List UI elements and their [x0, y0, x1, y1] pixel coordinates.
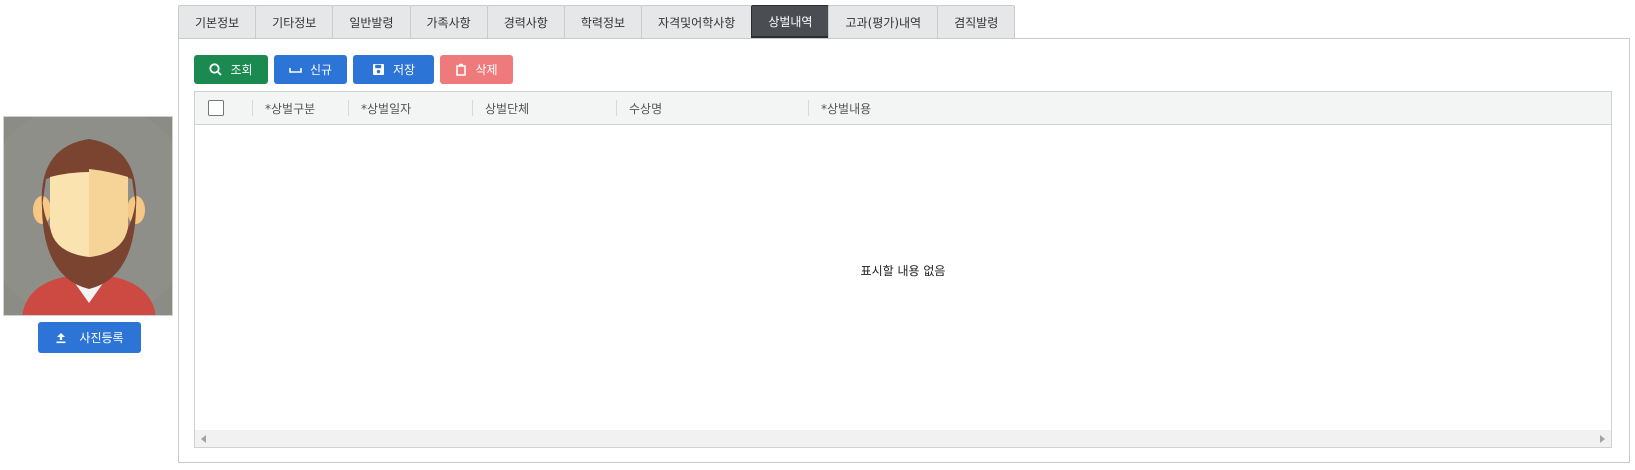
tab-label: 기타정보: [272, 15, 317, 30]
upload-icon: [56, 332, 66, 343]
select-all-checkbox[interactable]: [208, 100, 224, 116]
select-all-cell: [208, 92, 224, 124]
tab-label: 고과(평가)내역: [845, 15, 922, 30]
new-button-label: 신규: [309, 63, 333, 77]
photo-upload-button[interactable]: 사진등록: [38, 322, 141, 353]
tab-label: 경력사항: [503, 15, 548, 30]
column-separator: [348, 100, 349, 116]
tab-career[interactable]: 경력사항: [486, 5, 565, 38]
search-button-label: 조회: [230, 63, 253, 77]
tab-evaluation[interactable]: 고과(평가)내역: [828, 5, 939, 38]
delete-button-label: 삭제: [475, 63, 498, 77]
default-avatar-icon: [4, 117, 172, 315]
tab-rewards-penalties[interactable]: 상벌내역: [751, 5, 830, 38]
grid-header: *상벌구분 *상벌일자 상벌단체 수상명 *상벌내용: [195, 92, 1611, 125]
column-separator: [252, 100, 253, 116]
column-header[interactable]: *상벌구분: [265, 92, 315, 124]
tab-label: 상벌내역: [768, 14, 813, 29]
tab-certifications[interactable]: 자격및어학사항: [641, 5, 753, 38]
search-button[interactable]: 조회: [194, 55, 268, 84]
profile-photo: [3, 116, 173, 316]
horizontal-scrollbar[interactable]: [195, 430, 1611, 447]
search-icon: [209, 63, 223, 76]
photo-upload-label: 사진등록: [79, 331, 124, 345]
tab-other-info[interactable]: 기타정보: [255, 5, 334, 38]
trash-icon: [456, 63, 467, 76]
tab-general-appointment[interactable]: 일반발령: [332, 5, 411, 38]
column-header[interactable]: 상벌단체: [485, 92, 529, 124]
rewards-grid: *상벌구분 *상벌일자 상벌단체 수상명 *상벌내용 표시할 내용 없음: [194, 91, 1612, 448]
toolbar: 조회 신규 저장 삭제: [194, 55, 513, 84]
column-separator: [616, 100, 617, 116]
floppy-disk-icon: [372, 64, 384, 75]
tab-label: 학력정보: [580, 15, 626, 30]
tab-label: 가족사항: [426, 15, 471, 30]
tab-basic-info[interactable]: 기본정보: [178, 5, 257, 38]
tab-family[interactable]: 가족사항: [409, 5, 488, 38]
save-button-label: 저장: [392, 63, 416, 77]
empty-message: 표시할 내용 없음: [860, 263, 946, 278]
tab-label: 자격및어학사항: [658, 15, 736, 30]
column-header[interactable]: *상벌일자: [361, 92, 411, 124]
profile-panel: 사진등록: [3, 116, 173, 353]
tab-concurrent-post[interactable]: 겸직발령: [937, 5, 1016, 38]
scroll-left-icon[interactable]: [201, 434, 206, 443]
tab-label: 겸직발령: [954, 15, 999, 30]
tab-education[interactable]: 학력정보: [563, 5, 643, 38]
column-separator: [808, 100, 809, 116]
new-icon: [289, 67, 302, 73]
scroll-right-icon[interactable]: [1600, 434, 1605, 443]
tab-label: 기본정보: [195, 15, 240, 30]
column-header[interactable]: 수상명: [629, 92, 662, 124]
column-header[interactable]: *상벌내용: [821, 92, 871, 124]
delete-button[interactable]: 삭제: [440, 55, 513, 84]
tab-label: 일반발령: [349, 15, 394, 30]
save-button[interactable]: 저장: [353, 55, 434, 84]
column-separator: [472, 100, 473, 116]
new-button[interactable]: 신규: [274, 55, 347, 84]
tab-bar: 기본정보 기타정보 일반발령 가족사항 경력사항 학력정보 자격및어학사항 상벌…: [178, 5, 1016, 38]
tab-content-panel: 조회 신규 저장 삭제 *상벌구분 *상벌일자 상벌단체 수상명 *상벌내용 표…: [178, 38, 1630, 463]
